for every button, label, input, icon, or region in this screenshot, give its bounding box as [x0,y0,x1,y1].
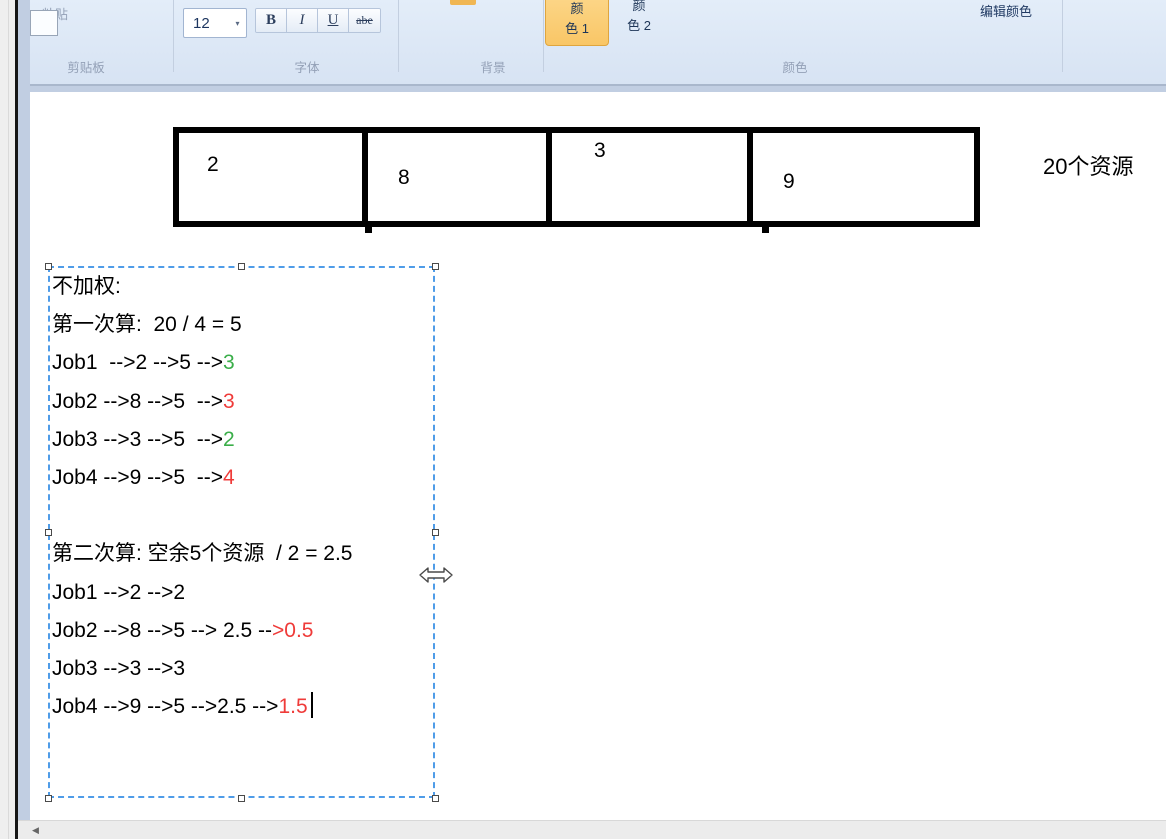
text-line: Job3 -->3 -->3 [52,650,432,688]
edit-colors-button[interactable]: 编辑颜色 [980,1,1032,20]
text-line: Job1 -->2 -->2 [52,574,432,612]
group-separator [398,0,399,72]
underline-button[interactable]: U [318,9,349,32]
drawing-canvas[interactable]: 2 8 3 9 20个资源 不加权: 第一次算: 20 / 4 = 5 [30,92,1166,820]
color2-button[interactable]: 颜 色 2 [613,0,665,46]
resource-cell: 9 [753,133,956,221]
resize-handle-mid-left[interactable] [45,529,52,536]
text-line [52,497,432,535]
resize-handle-bottom-mid[interactable] [238,795,245,802]
background-button-sliver[interactable] [450,0,476,5]
text-content[interactable]: 不加权: 第一次算: 20 / 4 = 5 Job1 -->2 -->5 -->… [52,268,432,726]
resize-handle-bottom-left[interactable] [45,795,52,802]
text-line: Job2 -->8 -->5 --> 2.5 -->0.5 [52,612,432,650]
text-cursor [311,692,313,718]
italic-button[interactable]: I [287,9,318,32]
background-group-label: 背景 [453,57,533,76]
color2-label-line2: 色 2 [627,16,651,36]
group-separator [1062,0,1063,72]
font-size-value: 12 [184,15,229,32]
resource-value: 3 [594,139,606,163]
horizontal-resize-cursor-icon [419,566,453,584]
clipboard-group-label: 剪贴板 [46,57,126,76]
resource-boxes: 2 8 3 9 [173,127,980,227]
resource-cell: 3 [552,133,753,221]
resource-cell: 2 [179,133,368,221]
bold-button[interactable]: B [256,9,287,32]
color1-label-line1: 颜 [570,0,583,19]
desktop-edge-line [8,0,9,839]
color1-button[interactable]: 颜 色 1 [545,0,609,46]
ribbon: 粘贴 剪贴板 字体 背景 颜色 12 ▾ B I U abe 颜 色 1 颜 色… [30,0,1166,86]
text-line: Job1 -->2 -->5 -->3 [52,344,432,382]
group-separator [543,0,544,72]
font-size-dropdown[interactable]: 12 ▾ [183,8,247,38]
colors-group-label: 颜色 [755,57,835,76]
color2-label-line1: 颜 [632,0,645,16]
text-line: 第一次算: 20 / 4 = 5 [52,306,432,344]
resource-value: 8 [398,166,410,190]
resources-caption: 20个资源 [1043,149,1133,181]
divider-nub [365,227,372,233]
text-line: Job4 -->9 -->5 -->2.5 -->1.5 [52,688,432,726]
text-line: 第二次算: 空余5个资源 / 2 = 2.5 [52,535,432,573]
resize-handle-top-right[interactable] [432,263,439,270]
text-line: Job4 -->9 -->5 -->4 [52,459,432,497]
resource-value: 2 [207,153,219,177]
text-line: Job2 -->8 -->5 -->3 [52,383,432,421]
paint-window: 粘贴 剪贴板 字体 背景 颜色 12 ▾ B I U abe 颜 色 1 颜 色… [0,0,1166,839]
text-line: 不加权: [52,268,432,306]
color-swatch[interactable] [30,10,58,36]
group-separator [173,0,174,72]
strikethrough-button[interactable]: abe [349,9,380,32]
resource-cell: 8 [368,133,552,221]
resize-handle-top-left[interactable] [45,263,52,270]
color1-label-line2: 色 1 [565,19,589,39]
font-group-label: 字体 [267,57,347,76]
resource-value: 9 [783,170,795,194]
text-line: Job3 -->3 -->5 -->2 [52,421,432,459]
divider-nub [762,227,769,233]
chevron-down-icon[interactable]: ▾ [229,19,246,28]
resize-handle-mid-right[interactable] [432,529,439,536]
resize-handle-bottom-right[interactable] [432,795,439,802]
scroll-left-icon[interactable]: ◀ [32,825,39,836]
font-style-buttons: B I U abe [255,8,381,33]
horizontal-scrollbar[interactable]: ◀ [18,820,1166,839]
desktop-edge-strip [0,0,15,839]
